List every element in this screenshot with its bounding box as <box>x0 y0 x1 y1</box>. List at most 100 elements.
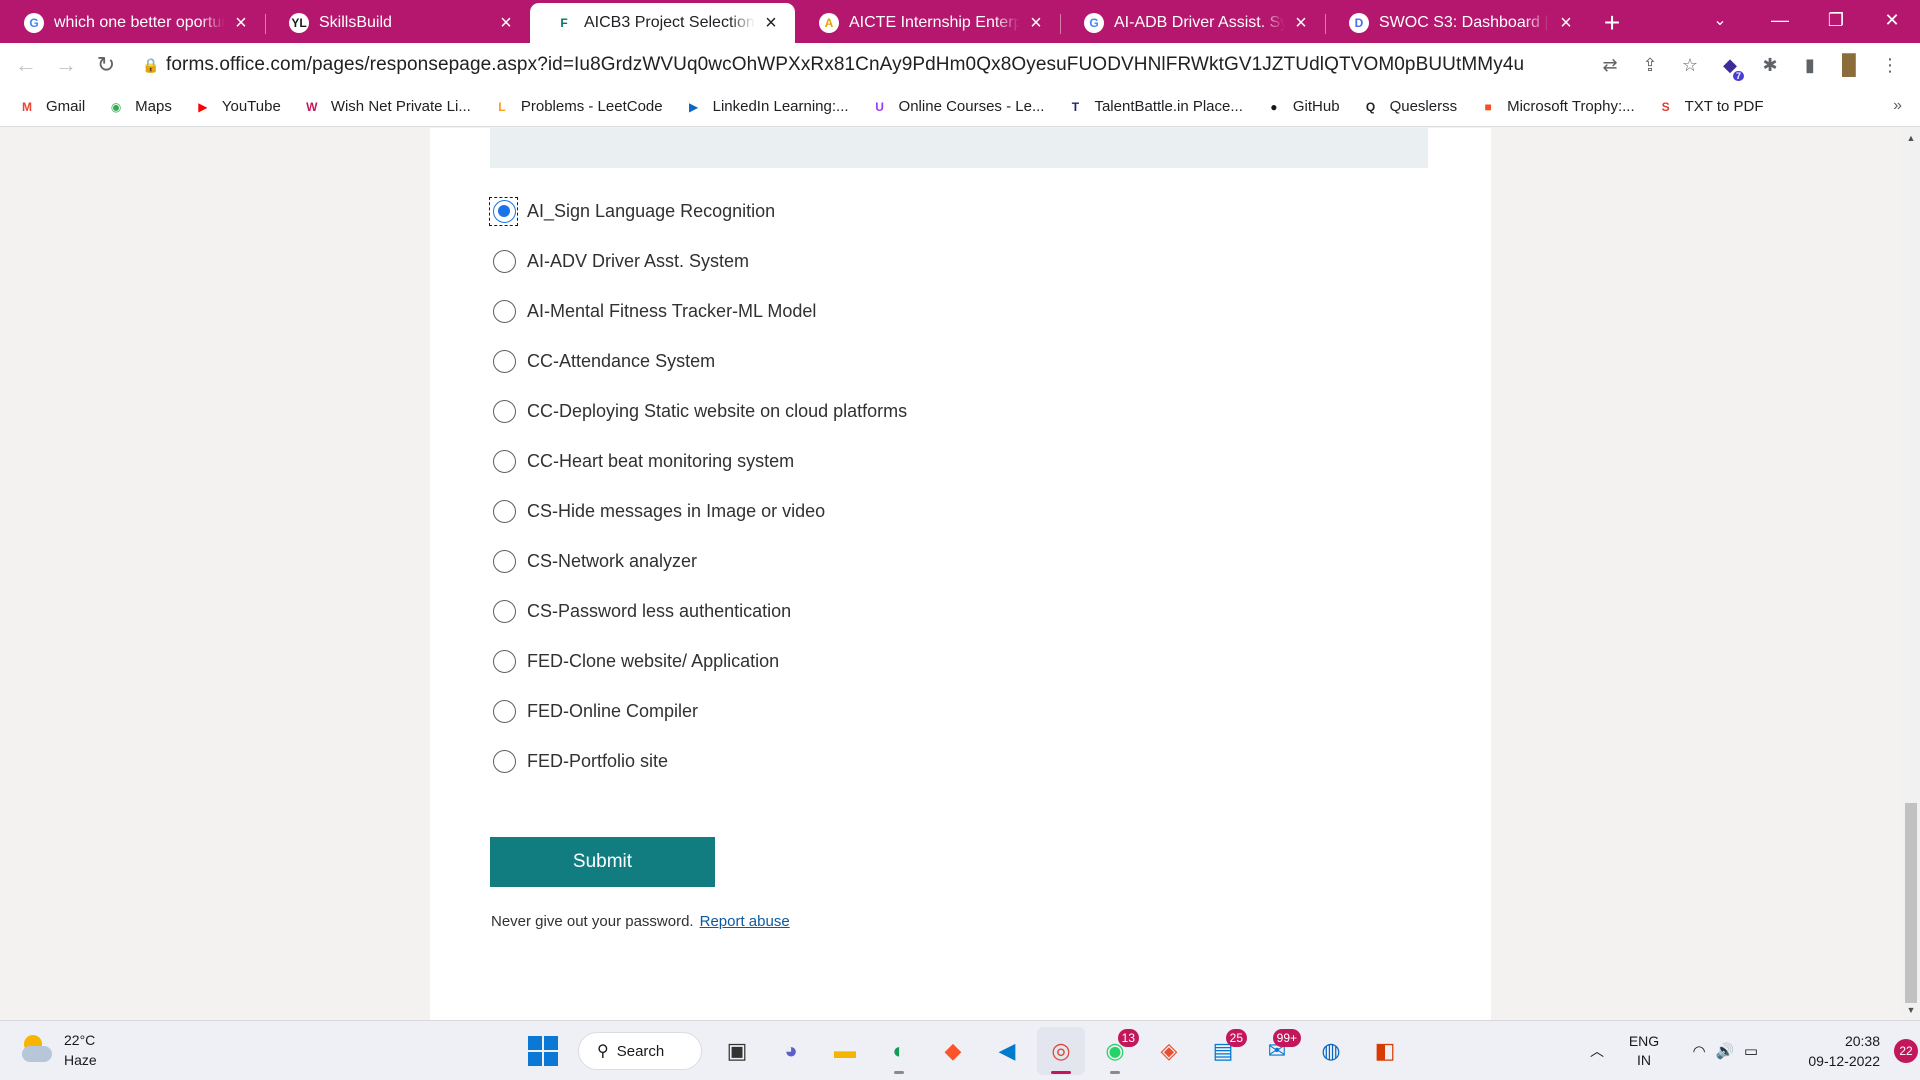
lock-icon[interactable]: 🔒 <box>136 57 166 74</box>
menu-kebab-icon[interactable]: ⋮ <box>1870 47 1910 83</box>
radio-option[interactable]: AI-Mental Fitness Tracker-ML Model <box>490 286 907 336</box>
weather-widget[interactable]: 22°C Haze <box>20 1030 97 1070</box>
radio-button[interactable] <box>493 699 516 723</box>
radio-button[interactable] <box>493 499 516 523</box>
radio-button[interactable] <box>493 199 516 223</box>
bookmark-item[interactable]: W Wish Net Private Li... <box>303 98 471 116</box>
radio-button[interactable] <box>493 299 516 323</box>
bookmark-star-icon[interactable]: ☆ <box>1670 47 1710 83</box>
taskbar-app-teams-chat[interactable]: ◕ <box>767 1027 815 1075</box>
taskbar-app-task-view[interactable]: ▣ <box>713 1027 761 1075</box>
taskbar-app-remote-desktop[interactable]: ▤ 25 <box>1199 1027 1247 1075</box>
radio-button[interactable] <box>493 449 516 473</box>
address-bar[interactable]: 🔒 forms.office.com/pages/responsepage.as… <box>136 49 1756 81</box>
back-arrow-icon[interactable]: ← <box>6 47 46 83</box>
radio-option[interactable]: FED-Portfolio site <box>490 736 907 786</box>
bookmark-item[interactable]: ▶ YouTube <box>194 98 281 116</box>
forward-arrow-icon[interactable]: → <box>46 47 86 83</box>
page-scrollbar[interactable]: ▲ ▼ <box>1902 128 1920 1020</box>
share-icon[interactable]: ⇪ <box>1630 47 1670 83</box>
bookmark-item[interactable]: L Problems - LeetCode <box>493 98 663 116</box>
tab-close-icon[interactable]: × <box>496 13 516 33</box>
bookmark-item[interactable]: Q Queslerss <box>1362 98 1457 116</box>
notification-count-badge[interactable]: 22 <box>1894 1039 1918 1063</box>
tab-close-icon[interactable]: × <box>1026 13 1046 33</box>
taskbar-app-chrome[interactable]: ◎ <box>1037 1027 1085 1075</box>
tray-overflow-chevron-icon[interactable]: ︿ <box>1580 1041 1614 1061</box>
radio-button[interactable] <box>493 749 516 773</box>
taskbar-app-office[interactable]: ◧ <box>1361 1027 1409 1075</box>
radio-option[interactable]: CC-Heart beat monitoring system <box>490 436 907 486</box>
radio-option[interactable]: CC-Deploying Static website on cloud pla… <box>490 386 907 436</box>
taskbar-app-mail[interactable]: ✉ 99+ <box>1253 1027 1301 1075</box>
submit-button[interactable]: Submit <box>490 837 715 887</box>
new-tab-plus-icon[interactable]: + <box>1590 3 1634 43</box>
translate-icon[interactable]: ⇄ <box>1590 47 1630 83</box>
close-window-icon[interactable]: ✕ <box>1864 0 1920 40</box>
language-indicator[interactable]: ENG IN <box>1614 1032 1674 1070</box>
url-text[interactable]: forms.office.com/pages/responsepage.aspx… <box>166 54 1524 76</box>
bookmark-item[interactable]: U Online Courses - Le... <box>871 98 1044 116</box>
radio-button[interactable] <box>493 399 516 423</box>
wifi-icon: ◠ <box>1692 1043 1706 1060</box>
radio-option[interactable]: AI_Sign Language Recognition <box>489 186 907 236</box>
tray-status-icons[interactable]: ◠ 🔊 ▭ <box>1686 1042 1764 1060</box>
bookmark-item[interactable]: ■ Microsoft Trophy:... <box>1479 98 1634 116</box>
bookmark-item[interactable]: ▶ LinkedIn Learning:... <box>685 98 849 116</box>
taskbar-app-edge[interactable]: ◐ <box>875 1027 923 1075</box>
taskbar-app-file-explorer[interactable]: ▬ <box>821 1027 869 1075</box>
browser-tab[interactable]: Gwhich one better oportunity × <box>0 3 265 43</box>
bookmark-label: Problems - LeetCode <box>520 98 663 115</box>
radio-option[interactable]: CS-Password less authentication <box>490 586 907 636</box>
edge-icon: ◐ <box>892 1038 906 1063</box>
reload-icon[interactable]: ↻ <box>86 47 126 83</box>
side-panel-icon[interactable]: ▮ <box>1790 47 1830 83</box>
bookmark-item[interactable]: S TXT to PDF <box>1657 98 1764 116</box>
minimize-icon[interactable]: — <box>1752 0 1808 40</box>
report-abuse-link[interactable]: Report abuse <box>700 913 790 930</box>
browser-tab[interactable]: F AICB3 Project Selection × <box>530 3 795 43</box>
radio-button[interactable] <box>493 349 516 373</box>
taskbar-app-brave[interactable]: ◆ <box>929 1027 977 1075</box>
radio-option[interactable]: FED-Online Compiler <box>490 686 907 736</box>
start-button[interactable] <box>519 1027 567 1075</box>
radio-option[interactable]: CS-Hide messages in Image or video <box>490 486 907 536</box>
tab-search-chevron-icon[interactable]: ⌄ <box>1700 0 1740 40</box>
taskbar-search-box[interactable]: ⚲ Search <box>578 1032 702 1070</box>
profile-avatar[interactable]: ▉ <box>1830 47 1870 83</box>
bookmark-item[interactable]: M Gmail <box>18 98 85 116</box>
radio-button[interactable] <box>493 249 516 273</box>
extension-graduation-icon[interactable]: ◆ 7 <box>1710 47 1750 83</box>
taskbar-app-vscode[interactable]: ◀ <box>983 1027 1031 1075</box>
radio-button[interactable] <box>493 649 516 673</box>
radio-button[interactable] <box>493 599 516 623</box>
tab-close-icon[interactable]: × <box>1291 13 1311 33</box>
tab-close-icon[interactable]: × <box>231 13 251 33</box>
scroll-down-arrow-icon[interactable]: ▼ <box>1902 1002 1920 1018</box>
taskbar-app-git-client[interactable]: ◈ <box>1145 1027 1193 1075</box>
bookmark-item[interactable]: T TalentBattle.in Place... <box>1066 98 1243 116</box>
bookmark-item[interactable]: ● GitHub <box>1265 98 1339 116</box>
scroll-up-arrow-icon[interactable]: ▲ <box>1902 130 1920 146</box>
radio-option[interactable]: CC-Attendance System <box>490 336 907 386</box>
extensions-puzzle-icon[interactable]: ✱ <box>1750 47 1790 83</box>
browser-tab[interactable]: D SWOC S3: Dashboard | Dev × <box>1325 3 1590 43</box>
restore-icon[interactable]: ❐ <box>1808 0 1864 40</box>
tab-close-icon[interactable]: × <box>1556 13 1576 33</box>
taskbar-app-whatsapp[interactable]: ◉ 13 <box>1091 1027 1139 1075</box>
bookmarks-overflow-icon[interactable]: » <box>1893 97 1902 115</box>
radio-option[interactable]: CS-Network analyzer <box>490 536 907 586</box>
taskbar-app-dell-app[interactable]: ◍ <box>1307 1027 1355 1075</box>
browser-tab[interactable]: YL SkillsBuild × <box>265 3 530 43</box>
tab-close-icon[interactable]: × <box>761 13 781 33</box>
bookmark-item[interactable]: ◉ Maps <box>107 98 172 116</box>
bookmark-label: Gmail <box>46 98 86 115</box>
browser-tab[interactable]: G AI-ADB Driver Assist. System × <box>1060 3 1325 43</box>
radio-option[interactable]: AI-ADV Driver Asst. System <box>490 236 907 286</box>
radio-button[interactable] <box>493 549 516 573</box>
scroll-thumb[interactable] <box>1905 803 1917 1003</box>
radio-option[interactable]: FED-Clone website/ Application <box>490 636 907 686</box>
clock[interactable]: 20:38 09-12-2022 <box>1784 1031 1880 1071</box>
tab-strip: Gwhich one better oportunity × YL SkillsBui… <box>0 0 1920 43</box>
browser-tab[interactable]: A AICTE Internship Enterprise × <box>795 3 1060 43</box>
